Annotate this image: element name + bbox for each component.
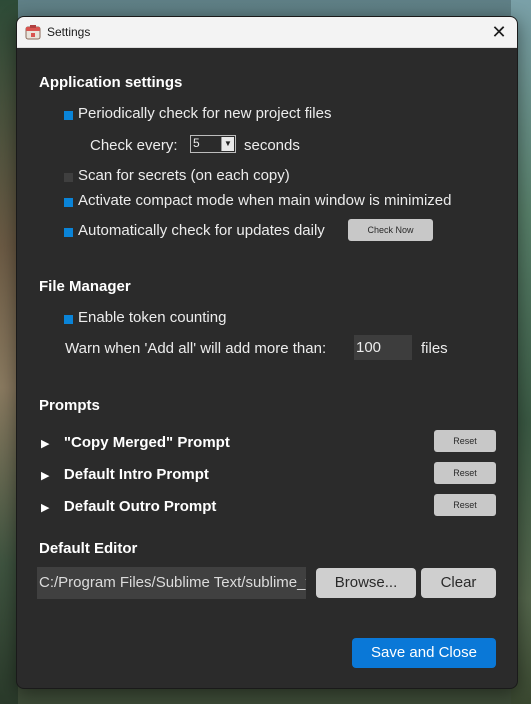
- auto-update-label: Automatically check for updates daily: [78, 222, 325, 239]
- prompt-row-outro[interactable]: ▶ Default Outro Prompt: [41, 498, 216, 516]
- periodic-check-checkbox[interactable]: [64, 111, 73, 120]
- app-icon: [25, 24, 41, 40]
- auto-update-checkbox[interactable]: [64, 228, 73, 237]
- check-every-label: Check every:: [90, 137, 178, 154]
- token-counting-checkbox[interactable]: [64, 315, 73, 324]
- prompt-row-copy-merged[interactable]: ▶ "Copy Merged" Prompt: [41, 434, 230, 452]
- prompt-label: Default Outro Prompt: [63, 498, 217, 515]
- editor-path-input[interactable]: C:/Program Files/Sublime Text/sublime_te…: [37, 567, 306, 599]
- reset-copy-merged-button[interactable]: Reset: [434, 430, 496, 452]
- check-now-button[interactable]: Check Now: [348, 219, 433, 241]
- default-editor-heading: Default Editor: [39, 540, 138, 557]
- expand-arrow-icon: ▶: [41, 438, 50, 450]
- reset-outro-button[interactable]: Reset: [434, 494, 496, 516]
- prompt-row-intro[interactable]: ▶ Default Intro Prompt: [41, 466, 209, 484]
- scan-secrets-checkbox[interactable]: [64, 173, 73, 182]
- periodic-check-label: Periodically check for new project files: [78, 105, 332, 122]
- window-title: Settings: [47, 25, 91, 39]
- close-button[interactable]: ✕: [487, 20, 511, 44]
- save-and-close-button[interactable]: Save and Close: [352, 638, 496, 668]
- token-counting-label: Enable token counting: [78, 309, 227, 326]
- browse-button[interactable]: Browse...: [316, 568, 416, 598]
- clear-button[interactable]: Clear: [421, 568, 496, 598]
- reset-intro-button[interactable]: Reset: [434, 462, 496, 484]
- expand-arrow-icon: ▶: [41, 470, 50, 482]
- expand-arrow-icon: ▶: [41, 502, 50, 514]
- compact-mode-label: Activate compact mode when main window i…: [78, 192, 452, 209]
- prompt-label: Default Intro Prompt: [63, 466, 209, 483]
- settings-window: Settings ✕ Application settings Periodic…: [16, 16, 518, 689]
- scan-secrets-label: Scan for secrets (on each copy): [78, 167, 290, 184]
- chevron-down-icon[interactable]: ▼: [221, 137, 234, 151]
- check-every-unit: seconds: [244, 137, 300, 154]
- prompts-heading: Prompts: [39, 397, 100, 414]
- file-manager-heading: File Manager: [39, 278, 131, 295]
- close-icon: ✕: [491, 21, 507, 42]
- prompt-label: "Copy Merged" Prompt: [63, 434, 230, 451]
- check-every-value: 5: [193, 136, 200, 150]
- compact-mode-checkbox[interactable]: [64, 198, 73, 207]
- warn-threshold-input[interactable]: 100: [354, 335, 412, 360]
- check-every-spinner[interactable]: 5 ▼: [190, 135, 236, 153]
- title-bar: Settings ✕: [17, 17, 517, 48]
- warn-label: Warn when 'Add all' will add more than:: [65, 340, 327, 357]
- application-settings-heading: Application settings: [39, 74, 183, 91]
- warn-unit: files: [421, 340, 448, 357]
